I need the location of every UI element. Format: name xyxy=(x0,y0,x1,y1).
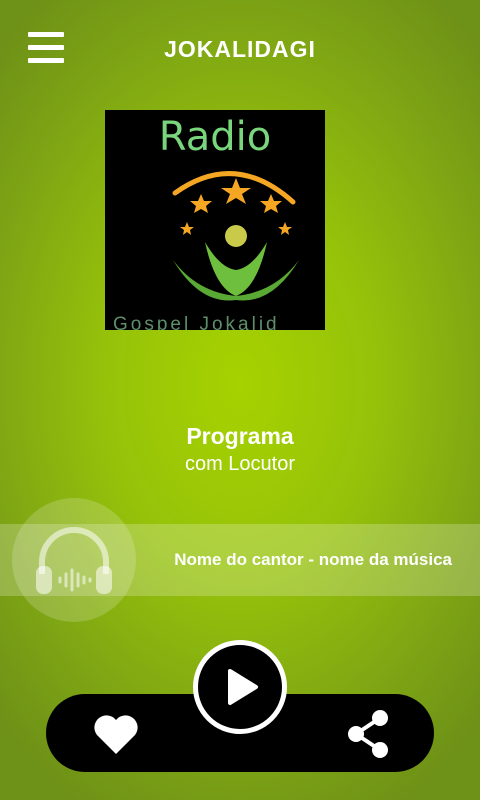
now-playing-track: Nome do cantor - nome da música xyxy=(174,550,452,569)
play-icon xyxy=(228,669,258,705)
program-title: Programa xyxy=(186,423,294,449)
album-cover: Radio Gospel Jokalid xyxy=(105,110,325,330)
heart-icon[interactable] xyxy=(92,712,140,756)
play-button[interactable] xyxy=(193,640,287,734)
cover-station-text: Gospel Jokalid xyxy=(113,314,280,330)
share-icon[interactable] xyxy=(344,708,392,760)
headphones-icon xyxy=(36,527,112,594)
cover-radio-text: Radio xyxy=(158,114,272,160)
program-subtitle: com Locutor xyxy=(184,453,296,475)
app-title: JOKALIDAGI xyxy=(164,36,316,62)
top-bar: JOKALIDAGI xyxy=(0,0,480,100)
program-info: Programa com Locutor xyxy=(0,423,480,476)
now-playing-badge xyxy=(12,498,136,622)
